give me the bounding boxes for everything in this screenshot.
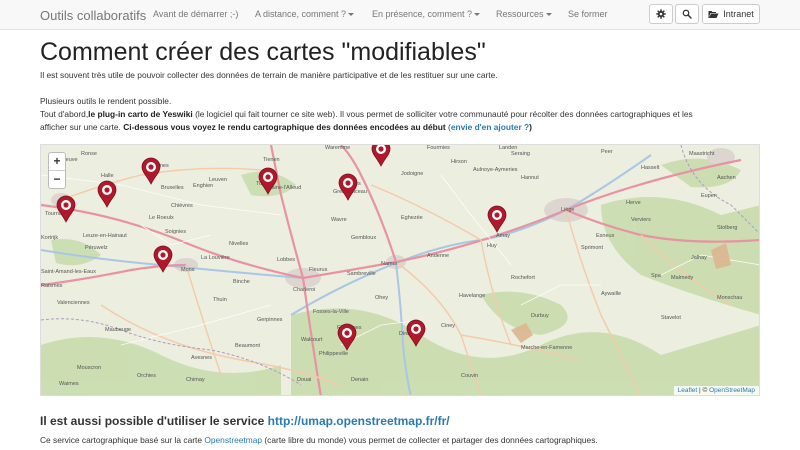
- openstreetmap-link[interactable]: OpenStreetMap: [709, 387, 755, 394]
- nav-item-a-distance[interactable]: A distance, comment ?: [255, 9, 355, 19]
- map-marker-icon[interactable]: [338, 173, 358, 201]
- map-marker-icon[interactable]: [258, 167, 278, 195]
- map-marker-icon[interactable]: [371, 145, 391, 167]
- map-widget[interactable]: TournaiTempleuveAthEnghienTubizeBraine-l…: [40, 144, 760, 396]
- page-title: Comment créer des cartes "modifiables": [40, 38, 486, 66]
- gear-icon: [656, 9, 666, 19]
- bottom-text: Ce service cartographique basé sur la ca…: [40, 434, 598, 447]
- top-navbar: Outils collaboratifs Avant de démarrer ;…: [0, 0, 800, 30]
- caret-down-icon: [348, 13, 355, 16]
- caret-down-icon: [545, 13, 552, 16]
- map-marker-icon[interactable]: [406, 319, 426, 347]
- umap-heading: Il est aussi possible d'utiliser le serv…: [40, 414, 450, 428]
- nav-item-avant-de-demarrer[interactable]: Avant de démarrer ;-): [153, 9, 238, 19]
- leaflet-link[interactable]: Leaflet: [678, 387, 698, 394]
- zoom-out-button[interactable]: −: [49, 170, 65, 188]
- text-segment: afficher sur une carte.: [40, 122, 124, 132]
- nav-item-en-presence[interactable]: En présence, comment ?: [372, 9, 481, 19]
- text-segment: Tout d'abord,: [40, 109, 89, 119]
- umap-link[interactable]: http://umap.openstreetmap.fr/fr/: [268, 414, 450, 428]
- search-icon: [682, 9, 692, 19]
- zoom-control: + −: [48, 152, 66, 189]
- caret-down-icon: [474, 13, 481, 16]
- map-marker-icon[interactable]: [141, 157, 161, 185]
- brand-link[interactable]: Outils collaboratifs: [40, 8, 146, 23]
- intranet-label: Intranet: [723, 9, 754, 19]
- attribution-separator: | ©: [697, 387, 710, 394]
- map-marker-icon[interactable]: [487, 205, 507, 233]
- map-marker-icon[interactable]: [153, 245, 173, 273]
- openstreetmap-text-link[interactable]: Openstreetmap: [204, 435, 262, 445]
- zoom-in-button[interactable]: +: [49, 153, 65, 170]
- map-marker-icon[interactable]: [56, 195, 76, 223]
- nav-item-ressources[interactable]: Ressources: [496, 9, 552, 19]
- search-button[interactable]: [675, 4, 699, 24]
- nav-item-se-former[interactable]: Se former: [568, 9, 608, 19]
- map-marker-icon[interactable]: [97, 180, 117, 208]
- nav-item-label: Se former: [568, 9, 608, 19]
- text-segment: (le logiciel qui fait tourner ce site we…: [192, 109, 693, 119]
- map-marker-icon[interactable]: [337, 323, 357, 351]
- map-attribution: Leaflet | © OpenStreetMap: [673, 386, 759, 395]
- intranet-button[interactable]: Intranet: [702, 4, 760, 24]
- settings-button[interactable]: [649, 4, 673, 24]
- add-data-link[interactable]: envie d'en ajouter ?: [451, 122, 529, 132]
- nav-item-label: Avant de démarrer ;-): [153, 9, 239, 19]
- text-segment: (carte libre du monde) vous permet de co…: [262, 435, 598, 445]
- nav-item-label: Ressources: [496, 9, 544, 19]
- umap-heading-text: Il est aussi possible d'utiliser le serv…: [40, 414, 268, 428]
- paragraph-yeswiki: Tout d'abord,le plug-in carto de Yeswiki…: [40, 108, 760, 134]
- map-markers: [41, 145, 759, 395]
- yeswiki-plugin-text: le plug-in carto de Yeswiki: [88, 109, 193, 119]
- intro-text: Il est souvent très utile de pouvoir col…: [40, 70, 498, 80]
- paragraph-line: Plusieurs outils le rendent possible.: [40, 96, 172, 106]
- folder-open-icon: [708, 10, 719, 18]
- nav-item-label: En présence, comment ?: [372, 9, 473, 19]
- rendering-note: Ci-dessous vous voyez le rendu cartograp…: [123, 122, 446, 132]
- text-segment: ): [529, 122, 532, 132]
- text-segment: Ce service cartographique basé sur la ca…: [40, 435, 205, 445]
- nav-item-label: A distance, comment ?: [255, 9, 347, 19]
